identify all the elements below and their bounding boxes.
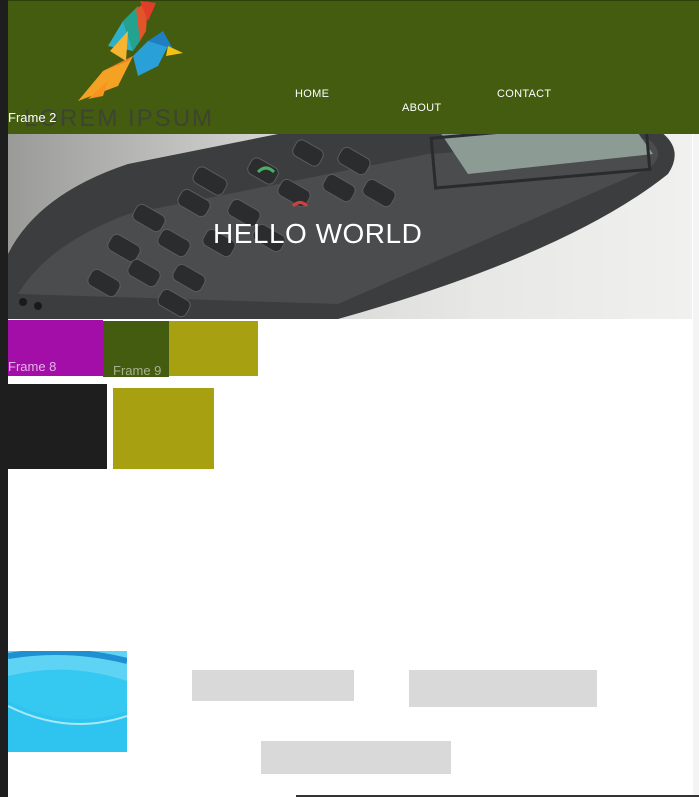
dark-frame-block [8, 384, 107, 469]
header-bar: LOREM IPSUM Frame 2 HOME ABOUT CONTACT [8, 0, 699, 134]
placeholder-box-1 [192, 670, 354, 701]
olive-yellow-square-block [113, 388, 214, 469]
frame-2-label: Frame 2 [8, 110, 57, 125]
placeholder-box-3 [261, 741, 451, 774]
frame-8-label: Frame 8 [8, 359, 57, 374]
blue-wave-image [8, 651, 127, 752]
hero-title: HELLO WORLD [213, 218, 423, 249]
hero-banner: HELLO WORLD [8, 134, 692, 319]
olive-yellow-frame-block [169, 321, 258, 376]
nav-home-link[interactable]: HOME [295, 88, 329, 100]
nav-about-link[interactable]: ABOUT [402, 102, 441, 114]
placeholder-box-2 [409, 670, 597, 707]
bird-logo-icon [78, 1, 183, 101]
nav-contact-link[interactable]: CONTACT [497, 88, 551, 100]
frame-9-label: Frame 9 [113, 363, 162, 378]
left-sidebar-strip [0, 0, 8, 797]
